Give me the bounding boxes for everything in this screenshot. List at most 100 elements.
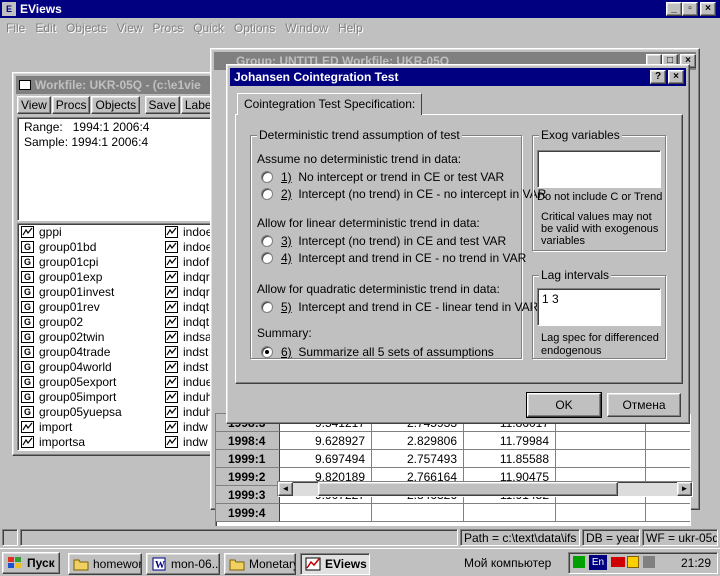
view-button[interactable]: View bbox=[17, 96, 51, 114]
language-indicator[interactable]: En bbox=[589, 555, 607, 570]
task-mon-06[interactable]: W mon-06... bbox=[146, 553, 220, 575]
scroll-thumb[interactable] bbox=[318, 482, 618, 496]
workfile-object-item[interactable]: Ggroup02 bbox=[21, 315, 83, 330]
menu-procs[interactable]: Procs bbox=[147, 18, 188, 35]
table-cell[interactable] bbox=[280, 504, 372, 522]
table-row[interactable]: 1999:4 bbox=[216, 504, 690, 522]
app-title-bar[interactable]: E EViews _ ▫ × bbox=[0, 0, 720, 18]
exog-variables-input[interactable] bbox=[537, 150, 661, 188]
dialog-title-bar[interactable]: Johansen Cointegration Test ? × bbox=[230, 68, 686, 86]
johansen-dialog[interactable]: Johansen Cointegration Test ? × Cointegr… bbox=[226, 64, 690, 424]
workfile-object-item[interactable]: indoe bbox=[165, 225, 212, 240]
scroll-right-arrow[interactable]: ► bbox=[677, 482, 692, 496]
table-cell[interactable]: 9.628927 bbox=[280, 432, 372, 450]
table-cell[interactable] bbox=[372, 504, 464, 522]
row-header[interactable]: 1999:2 bbox=[216, 468, 280, 486]
workfile-object-item[interactable]: Ggroup01invest bbox=[21, 285, 114, 300]
workfile-title-bar[interactable]: Workfile: UKR-05Q - (c:\e1vie bbox=[16, 76, 240, 94]
radio-option-1[interactable]: 1) No intercept or trend in CE or test V… bbox=[261, 170, 504, 184]
table-cell[interactable]: 11.85588 bbox=[464, 450, 556, 468]
menu-edit[interactable]: Edit bbox=[29, 18, 60, 35]
table-cell[interactable] bbox=[556, 504, 646, 522]
radio-button-2[interactable] bbox=[261, 188, 273, 200]
dialog-close-button[interactable]: × bbox=[668, 70, 684, 84]
workfile-object-list[interactable]: gppi Ggroup01bd Ggroup01cpi Ggroup01exp Ggro… bbox=[17, 223, 241, 451]
radio-option-3[interactable]: 3) Intercept (no trend) in CE and test V… bbox=[261, 234, 506, 248]
table-cell[interactable] bbox=[556, 450, 646, 468]
workfile-object-item[interactable]: inf bbox=[165, 450, 196, 451]
workfile-object-item[interactable]: indqt bbox=[165, 315, 209, 330]
workfile-object-item[interactable]: Ggroup05yuepsa bbox=[21, 405, 122, 420]
scroll-left-arrow[interactable]: ◄ bbox=[278, 482, 293, 496]
table-cell[interactable] bbox=[464, 504, 556, 522]
group-spreadsheet[interactable]: 1998:39.5412172.74593311.860171998:49.62… bbox=[215, 413, 691, 541]
start-button[interactable]: Пуск bbox=[2, 552, 60, 574]
cancel-button[interactable]: Отмена bbox=[607, 393, 681, 417]
table-cell[interactable] bbox=[646, 504, 690, 522]
workfile-object-item[interactable]: indw bbox=[165, 435, 208, 450]
workfile-object-item[interactable]: gppi bbox=[21, 225, 62, 240]
horizontal-scrollbar[interactable]: ◄ ► bbox=[277, 481, 693, 497]
procs-button[interactable]: Procs bbox=[51, 96, 91, 114]
dialog-help-button[interactable]: ? bbox=[650, 70, 666, 84]
row-header[interactable]: 1999:1 bbox=[216, 450, 280, 468]
radio-button-4[interactable] bbox=[261, 252, 273, 264]
tray-speaker-icon[interactable] bbox=[643, 556, 655, 568]
workfile-object-item[interactable]: indoe bbox=[165, 240, 212, 255]
my-computer-label[interactable]: Мой компьютер bbox=[464, 556, 551, 570]
tray-network-icon[interactable] bbox=[611, 557, 625, 567]
objects-button[interactable]: Objects bbox=[91, 96, 141, 114]
workfile-object-item[interactable]: indsa bbox=[165, 330, 212, 345]
workfile-object-item[interactable]: indst bbox=[165, 360, 208, 375]
save-button[interactable]: Save bbox=[144, 96, 180, 114]
radio-button-1[interactable] bbox=[261, 171, 273, 183]
row-header[interactable]: 1999:4 bbox=[216, 504, 280, 522]
workfile-object-item[interactable]: indue bbox=[165, 375, 212, 390]
ok-button[interactable]: OK bbox=[526, 392, 602, 418]
lag-intervals-input[interactable]: 1 3 bbox=[537, 288, 661, 326]
tray-lock-icon[interactable] bbox=[627, 556, 639, 568]
tray-app-icon[interactable] bbox=[573, 556, 585, 568]
workfile-object-item[interactable]: Ggroup01cpi bbox=[21, 255, 98, 270]
radio-option-6[interactable]: 6) Summarize all 5 sets of assumptions bbox=[261, 345, 494, 359]
menu-quick[interactable]: Quick bbox=[187, 18, 228, 35]
workfile-object-item[interactable]: indw bbox=[165, 420, 208, 435]
workfile-object-item[interactable]: importsa bbox=[21, 435, 85, 450]
workfile-object-item[interactable]: indst bbox=[165, 345, 208, 360]
menu-window[interactable]: Window bbox=[279, 18, 332, 35]
menu-options[interactable]: Options bbox=[228, 18, 279, 35]
radio-button-3[interactable] bbox=[261, 235, 273, 247]
workfile-object-item[interactable]: Ggroup04trade bbox=[21, 345, 110, 360]
row-header[interactable]: 1998:4 bbox=[216, 432, 280, 450]
workfile-object-item[interactable]: Ggroup01rev bbox=[21, 300, 100, 315]
workfile-object-item[interactable]: indqr bbox=[165, 270, 210, 285]
workfile-object-item[interactable]: import bbox=[21, 420, 72, 435]
table-cell[interactable] bbox=[556, 432, 646, 450]
workfile-object-item[interactable]: Ggroup05export bbox=[21, 375, 116, 390]
task-monetary[interactable]: Monetary bbox=[224, 553, 296, 575]
radio-button-6[interactable] bbox=[261, 346, 273, 358]
radio-option-4[interactable]: 4) Intercept and trend in CE - no trend … bbox=[261, 251, 526, 265]
minimize-button[interactable]: _ bbox=[666, 2, 682, 16]
workfile-object-item[interactable]: induh bbox=[165, 405, 212, 420]
row-header[interactable]: 1999:3 bbox=[216, 486, 280, 504]
table-cell[interactable] bbox=[646, 432, 690, 450]
menu-view[interactable]: View bbox=[111, 18, 147, 35]
table-cell[interactable] bbox=[646, 450, 690, 468]
menu-help[interactable]: Help bbox=[332, 18, 367, 35]
close-button[interactable]: × bbox=[700, 2, 716, 16]
workfile-object-item[interactable]: Ggroup01bd bbox=[21, 240, 96, 255]
table-cell[interactable]: 2.757493 bbox=[372, 450, 464, 468]
table-row[interactable]: 1999:1 9.697494 2.757493 11.85588 bbox=[216, 450, 690, 468]
workfile-object-item[interactable]: indqt bbox=[165, 300, 209, 315]
tab-cointegration-spec[interactable]: Cointegration Test Specification: bbox=[237, 93, 423, 115]
workfile-object-item[interactable]: Ggroup02twin bbox=[21, 330, 104, 345]
workfile-object-item[interactable]: Ggroup01exp bbox=[21, 270, 102, 285]
task-homework[interactable]: homework bbox=[68, 553, 142, 575]
table-cell[interactable]: 9.697494 bbox=[280, 450, 372, 468]
workfile-object-item[interactable]: induh bbox=[165, 390, 212, 405]
restore-button[interactable]: ▫ bbox=[682, 2, 698, 16]
eviews-app-icon[interactable]: E bbox=[2, 2, 16, 16]
clock[interactable]: 21:29 bbox=[681, 556, 711, 570]
table-cell[interactable]: 11.79984 bbox=[464, 432, 556, 450]
